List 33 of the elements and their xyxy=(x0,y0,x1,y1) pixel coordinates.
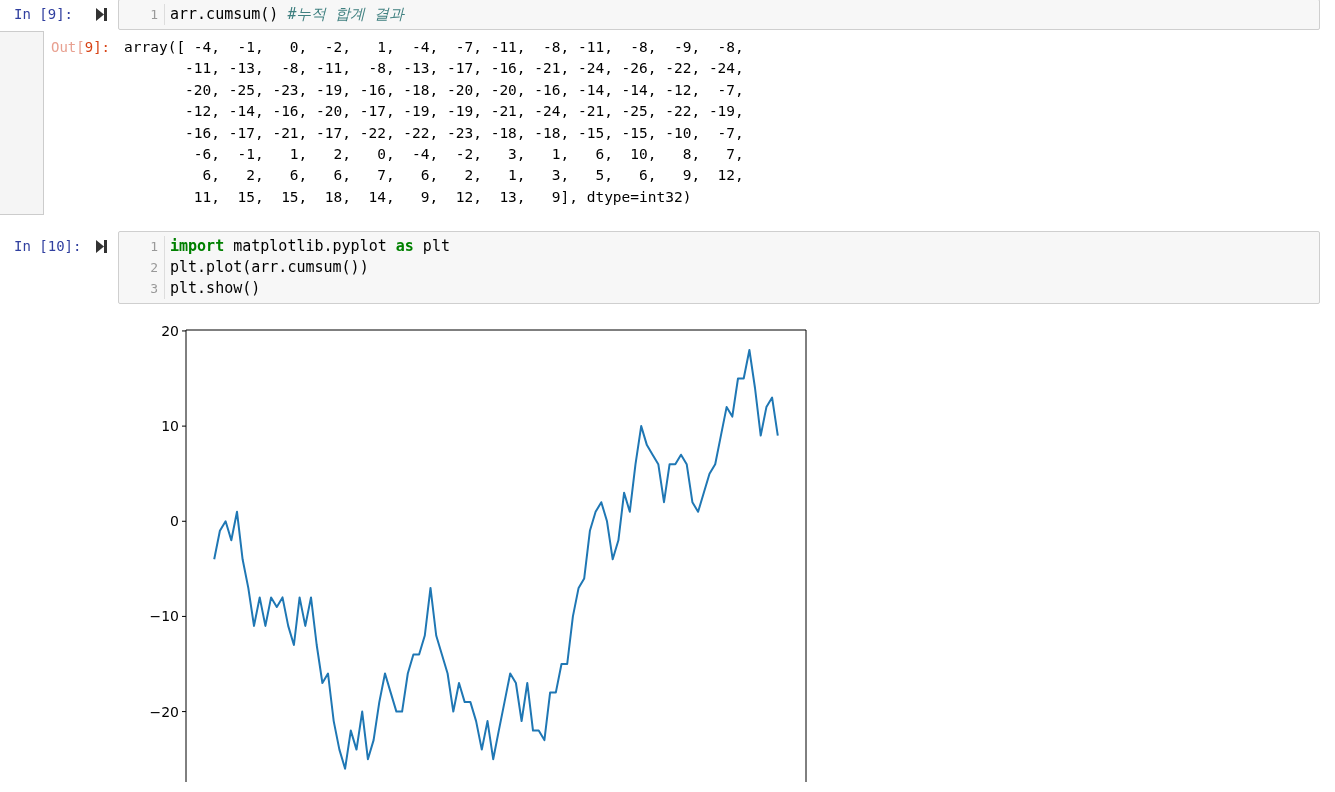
code-line: plt.show() xyxy=(170,278,262,299)
input-prompt: In [10]: xyxy=(13,237,83,256)
tick-mark xyxy=(181,425,187,427)
tick-label: −20 xyxy=(149,703,179,720)
input-prompt: In [9]: xyxy=(13,5,74,24)
output-line: -20, -25, -23, -19, -16, -18, -20, -20, -16, -14, -14, -12, -7, xyxy=(184,80,744,100)
tick-mark xyxy=(181,330,187,332)
output-line: array([ -4, -1, 0, -2, 1, -4, -7, -11, -8, -11, -8, -9, -8, xyxy=(124,38,744,57)
code-cell[interactable]: 1 arr.cumsum() #누적 합계 결과 xyxy=(118,0,1320,30)
tick-label: 20 xyxy=(161,322,179,339)
line-number: 2 xyxy=(150,259,158,277)
line-number: 1 xyxy=(150,238,158,256)
tick-mark xyxy=(181,615,187,617)
code-line: import matplotlib.pyplot as plt xyxy=(170,236,450,257)
code-line: arr.cumsum() #누적 합계 결과 xyxy=(170,4,405,25)
output-line: -12, -14, -16, -20, -17, -19, -19, -21, -24, -21, -25, -22, -19, xyxy=(184,102,744,122)
output-line: -11, -13, -8, -11, -8, -13, -17, -16, -21, -24, -26, -22, -24, xyxy=(184,59,744,79)
tick-mark xyxy=(181,520,187,522)
code-cell[interactable]: 1 2 3 import matplotlib.pyplot as plt plt.plot(arr.cumsum()) plt.show() xyxy=(118,231,1320,304)
tick-label: 0 xyxy=(170,513,179,530)
line-number: 1 xyxy=(150,6,158,24)
run-icon[interactable] xyxy=(96,8,107,21)
output-prompt: Out[9]: xyxy=(50,38,110,57)
output-line: -16, -17, -21, -17, -22, -22, -23, -18, -18, -15, -15, -10, -7, xyxy=(184,123,744,143)
tick-mark xyxy=(181,711,187,713)
output-line: -6, -1, 1, 2, 0, -4, -2, 3, 1, 6, 10, 8, 7, xyxy=(192,145,744,165)
tick-label: −10 xyxy=(149,608,179,625)
tick-label: 10 xyxy=(161,418,179,435)
output-line: 6, 2, 6, 6, 7, 6, 2, 1, 3, 5, 6, 9, 12, xyxy=(201,166,744,186)
line-number: 3 xyxy=(150,280,158,298)
code-line: plt.plot(arr.cumsum()) xyxy=(170,257,370,278)
output-line: 11, 15, 15, 18, 14, 9, 12, 13, 9], dtype=int32) xyxy=(192,187,693,207)
run-icon[interactable] xyxy=(96,240,107,253)
